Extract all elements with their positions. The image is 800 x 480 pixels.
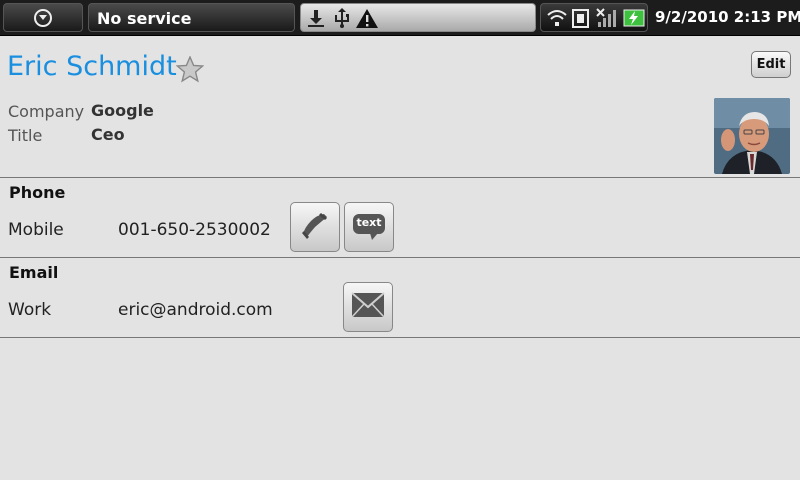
- sms-button[interactable]: text: [344, 202, 394, 252]
- email-button[interactable]: [343, 282, 393, 332]
- system-tray[interactable]: [540, 3, 648, 32]
- company-value: Google: [91, 101, 154, 120]
- title-value: Ceo: [91, 125, 125, 144]
- phone-type: Mobile: [8, 220, 64, 240]
- menu-button[interactable]: [3, 3, 83, 32]
- divider: [0, 337, 800, 338]
- email-address[interactable]: eric@android.com: [118, 300, 273, 320]
- divider: [0, 177, 800, 178]
- call-button[interactable]: [290, 202, 340, 252]
- sms-label: text: [356, 216, 382, 229]
- star-icon[interactable]: [175, 55, 205, 87]
- wifi-icon: [547, 8, 567, 32]
- title-label: Title: [8, 126, 43, 145]
- divider: [0, 257, 800, 258]
- download-icon: [305, 7, 327, 33]
- contact-photo[interactable]: [714, 98, 790, 174]
- no-signal-icon: [596, 8, 618, 32]
- email-type: Work: [8, 300, 52, 320]
- phone-section-title: Phone: [9, 183, 66, 202]
- clock: 9/2/2010 2:13 PM: [655, 8, 800, 26]
- menu-circle-icon: [34, 9, 52, 27]
- contact-name: Eric Schmidt: [7, 51, 177, 82]
- status-bar: No service 9/2/2010 2:13 PM: [0, 0, 800, 36]
- sim-icon: [571, 8, 591, 32]
- warning-icon: [355, 7, 379, 33]
- service-text: No service: [97, 9, 192, 28]
- phone-number[interactable]: 001-650-2530002: [118, 220, 271, 240]
- service-status[interactable]: No service: [88, 3, 295, 32]
- notification-area[interactable]: [300, 3, 536, 32]
- battery-charging-icon: [623, 8, 645, 32]
- company-label: Company: [8, 102, 85, 121]
- edit-button[interactable]: Edit: [751, 51, 791, 78]
- phone-icon: [300, 210, 330, 244]
- usb-icon: [331, 7, 353, 33]
- sms-icon: text: [352, 212, 386, 242]
- email-section-title: Email: [9, 263, 59, 282]
- envelope-icon: [351, 292, 385, 322]
